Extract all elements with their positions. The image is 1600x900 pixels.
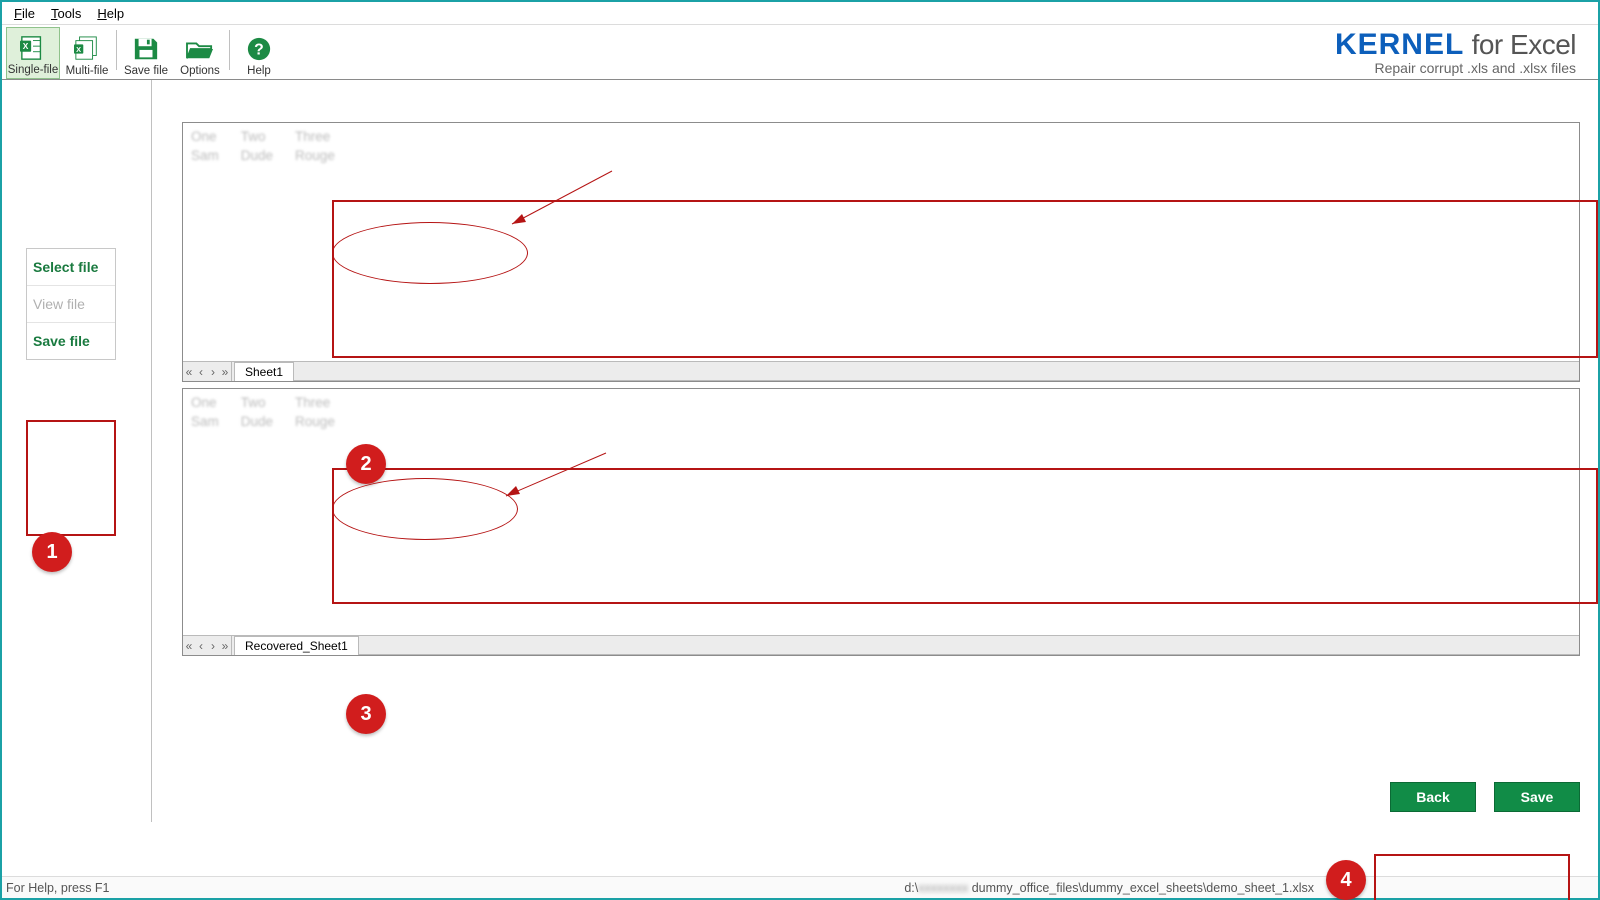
tab-nav-first-icon[interactable]: « — [183, 365, 195, 379]
tab-nav-prev-icon[interactable]: ‹ — [195, 639, 207, 653]
toolbar-multi-file-label: Multi-file — [66, 65, 109, 77]
toolbar: X Single-file X Multi-file Save file — [2, 24, 1598, 80]
cell: Sam — [187, 146, 237, 165]
excel-single-icon: X — [17, 34, 49, 62]
folder-open-icon — [184, 35, 216, 63]
toolbar-separator — [116, 30, 117, 70]
brand-title: KERNEL for Excel — [1335, 28, 1576, 62]
tab-nav-first-icon[interactable]: « — [183, 639, 195, 653]
toolbar-options-label: Options — [180, 65, 220, 77]
callout-marker-1: 1 — [32, 532, 72, 572]
toolbar-options[interactable]: Options — [173, 27, 227, 79]
cell: Two — [237, 393, 291, 412]
preview-grid-original[interactable]: OneTwoThree SamDudeRouge — [183, 123, 1579, 361]
brand: KERNEL for Excel Repair corrupt .xls and… — [1335, 28, 1590, 76]
cell: Rouge — [291, 412, 353, 431]
step-view-file[interactable]: View file — [27, 286, 115, 323]
save-icon — [130, 35, 162, 63]
preview-pane-recovered: OneTwoThree SamDudeRouge « ‹ › » Recover… — [182, 388, 1580, 656]
cell: Dude — [237, 412, 291, 431]
menu-help[interactable]: Help — [89, 4, 132, 23]
svg-text:X: X — [76, 45, 81, 54]
callout-box-sidebar — [26, 420, 116, 536]
back-button[interactable]: Back — [1390, 782, 1476, 812]
preview-grid-recovered[interactable]: OneTwoThree SamDudeRouge — [183, 389, 1579, 635]
content-area: OneTwoThree SamDudeRouge « ‹ › » Sheet1 — [152, 80, 1598, 822]
cell: Two — [237, 127, 291, 146]
brand-kernel: KERNEL — [1335, 28, 1464, 61]
menu-tools[interactable]: Tools — [43, 4, 89, 23]
step-save-file[interactable]: Save file — [27, 323, 115, 359]
toolbar-help[interactable]: ? Help — [232, 27, 286, 79]
menu-file-label: ile — [22, 6, 35, 21]
menu-file[interactable]: File — [6, 4, 43, 23]
toolbar-save-file[interactable]: Save file — [119, 27, 173, 79]
sheet-tab-recovered[interactable]: Recovered_Sheet1 — [234, 636, 359, 655]
tab-nav-prev-icon[interactable]: ‹ — [195, 365, 207, 379]
excel-multi-icon: X — [71, 35, 103, 63]
sidebar: Select file View file Save file 1 — [2, 80, 152, 822]
toolbar-save-file-label: Save file — [124, 65, 168, 77]
menu-help-label: elp — [107, 6, 124, 21]
menu-bar: File Tools Help — [2, 2, 1598, 24]
callout-marker-3: 3 — [346, 694, 386, 734]
sheet-tabs-recovered: « ‹ › » Recovered_Sheet1 — [183, 635, 1579, 655]
cell: Rouge — [291, 146, 353, 165]
cell: One — [187, 127, 237, 146]
svg-text:X: X — [23, 41, 29, 51]
cell: Three — [291, 127, 353, 146]
cell: Dude — [237, 146, 291, 165]
tab-nav-last-icon[interactable]: » — [219, 639, 231, 653]
brand-subtitle: Repair corrupt .xls and .xlsx files — [1335, 60, 1576, 76]
help-icon: ? — [243, 35, 275, 63]
toolbar-single-file-label: Single-file — [8, 64, 59, 76]
tab-nav-next-icon[interactable]: › — [207, 365, 219, 379]
toolbar-single-file[interactable]: X Single-file — [6, 27, 60, 79]
step-select-file[interactable]: Select file — [27, 249, 115, 286]
preview-pane-original: OneTwoThree SamDudeRouge « ‹ › » Sheet1 — [182, 122, 1580, 382]
tab-nav-last-icon[interactable]: » — [219, 365, 231, 379]
wizard-steps-box: Select file View file Save file — [26, 248, 116, 360]
status-bar: For Help, press F1 d:\xxxxxxxx dummy_off… — [2, 876, 1598, 898]
sheet-tab-original[interactable]: Sheet1 — [234, 362, 294, 381]
toolbar-help-label: Help — [247, 65, 271, 77]
brand-for-excel: for Excel — [1464, 29, 1576, 60]
cell: Sam — [187, 412, 237, 431]
status-help-text: For Help, press F1 — [6, 881, 110, 895]
save-button[interactable]: Save — [1494, 782, 1580, 812]
cell: One — [187, 393, 237, 412]
cell: Three — [291, 393, 353, 412]
status-file-path: d:\xxxxxxxx dummy_office_files\dummy_exc… — [904, 881, 1314, 895]
svg-text:?: ? — [254, 42, 264, 59]
toolbar-multi-file[interactable]: X Multi-file — [60, 27, 114, 79]
action-button-row: Back Save — [1390, 782, 1580, 812]
menu-tools-label: ools — [57, 6, 81, 21]
sheet-tabs-original: « ‹ › » Sheet1 — [183, 361, 1579, 381]
tab-nav-next-icon[interactable]: › — [207, 639, 219, 653]
toolbar-separator — [229, 30, 230, 70]
